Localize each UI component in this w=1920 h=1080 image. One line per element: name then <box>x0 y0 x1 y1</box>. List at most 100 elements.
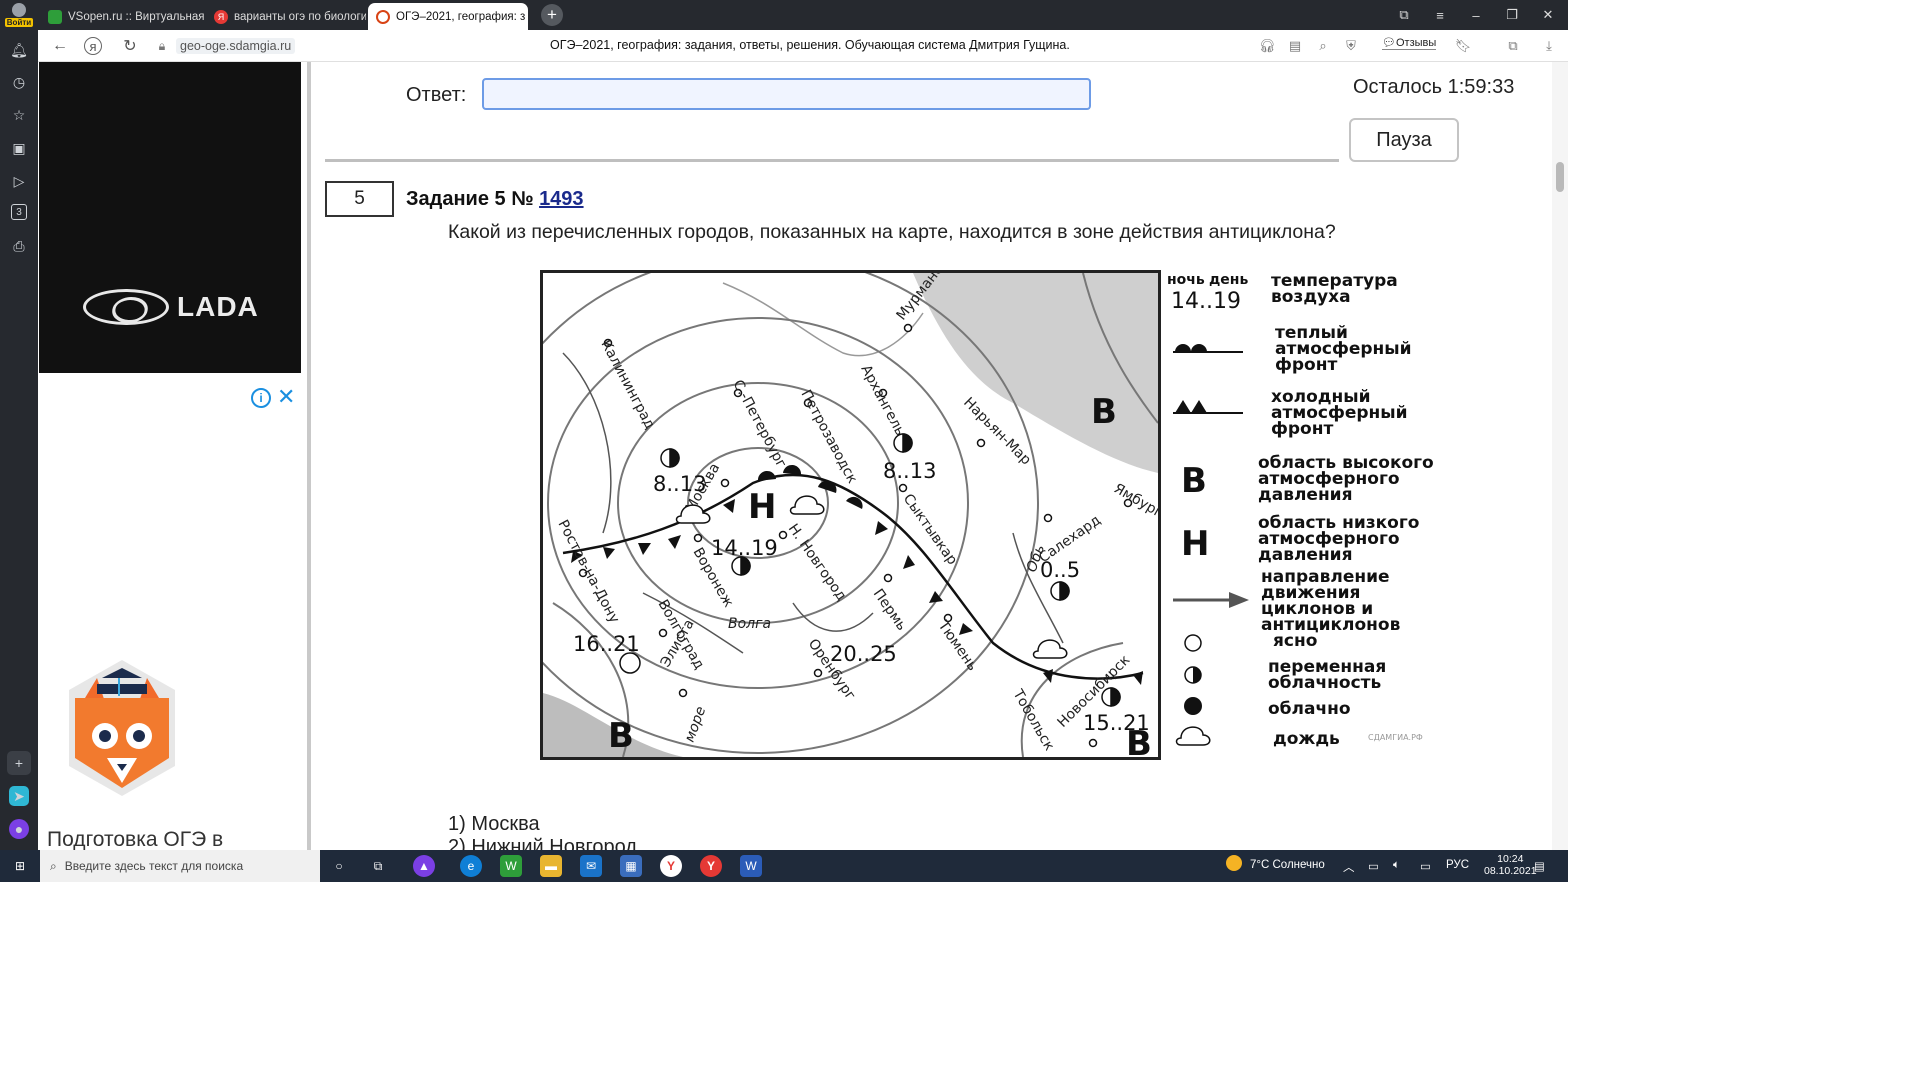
lock-icon: 🔒︎ <box>158 38 166 53</box>
ad-info-icon[interactable]: i <box>251 388 271 408</box>
ad-close-icon[interactable]: ✕ <box>277 384 295 410</box>
task-number-box: 5 <box>325 181 394 217</box>
weather-text[interactable]: 7°C Солнечно <box>1250 859 1325 871</box>
low-pressure-center: Н <box>748 487 776 527</box>
language-indicator[interactable]: РУС <box>1446 859 1469 871</box>
favorites-star-icon[interactable]: ☆ <box>9 105 29 125</box>
user-icon <box>12 3 26 17</box>
sidebar-badge[interactable]: 3 <box>11 204 27 220</box>
yandex-browser-icon[interactable]: Y <box>660 855 682 877</box>
url-field[interactable]: 🔒︎ geo-oge.sdamgia.ru <box>156 37 296 55</box>
lada-boat-icon <box>83 289 169 325</box>
back-arrow-icon[interactable]: ← <box>50 36 70 56</box>
restore-icon[interactable]: ❐ <box>1494 0 1530 30</box>
clock[interactable]: 10:24 08.10.2021 <box>1484 853 1537 877</box>
reader-mode-icon[interactable]: ▤ <box>1286 37 1304 55</box>
task-view-icon[interactable]: ⧉ <box>367 855 389 877</box>
legend-cold-front: холодный атмосферный фронт <box>1271 387 1408 439</box>
messenger-icon[interactable]: ➤ <box>9 786 29 806</box>
cortana-icon[interactable]: ○ <box>328 855 350 877</box>
windows-start-icon[interactable]: ⊞ <box>9 855 31 877</box>
tab-label: VSopen.ru :: Виртуальная ш <box>68 10 204 23</box>
word-icon[interactable]: W <box>740 855 762 877</box>
chat-icon: 💬︎ <box>1382 37 1396 49</box>
notification-center-icon[interactable]: ▤ <box>1534 859 1545 873</box>
alice-assistant-icon[interactable]: ● <box>9 819 29 839</box>
yandex-favicon-icon: Я <box>214 9 228 24</box>
search-placeholder: Введите здесь текст для поиска <box>64 859 244 873</box>
edge-icon[interactable]: e <box>460 855 482 877</box>
legend-low-letter: Н <box>1181 524 1209 564</box>
tab-biology[interactable]: Я варианты огэ по биологии <box>206 3 366 30</box>
separator <box>325 159 1339 162</box>
browser-tab-bar: Войти VSopen.ru :: Виртуальная ш Я вариа… <box>0 0 1568 30</box>
windows-taskbar: ⊞ ⌕ Введите здесь текст для поиска ○ ⧉ ▲… <box>0 850 1568 882</box>
alice-icon[interactable]: ▲ <box>413 855 435 877</box>
tray-arrow-icon[interactable]: ︿ <box>1343 859 1355 875</box>
profile-button[interactable]: Войти <box>0 0 38 30</box>
vsopen-favicon-icon <box>48 9 62 24</box>
weather-map-drawing: Калининград С.-Петербург Петрозаводск Ар… <box>543 273 1158 757</box>
collections-icon[interactable]: ▣ <box>9 138 29 158</box>
option-1[interactable]: 1) Москва <box>448 813 540 836</box>
history-icon[interactable]: ◷ <box>9 72 29 92</box>
promo-banner[interactable]: i ✕ Подготовка ОГЭ в <box>39 382 301 851</box>
close-tab-icon[interactable]: ✕ <box>525 10 528 24</box>
add-panel-icon[interactable]: + <box>7 751 31 775</box>
taskbar-search[interactable]: ⌕ Введите здесь текст для поиска <box>40 850 320 882</box>
spreadsheet-app-icon[interactable]: W <box>500 855 522 877</box>
task-title: Задание 5 № 1493 <box>406 188 584 211</box>
lada-banner[interactable]: LADA <box>39 62 301 373</box>
legend-drawing: ночь день 14..19 температура воздуха теплы… <box>1167 271 1434 749</box>
map-legend: ночь день 14..19 температура воздуха теплы… <box>1163 270 1443 760</box>
reload-icon[interactable]: ↻ <box>120 36 140 56</box>
scrollbar-thumb[interactable] <box>1556 162 1564 192</box>
exam-page: Ответ: Осталось 1:59:33 Пауза 5 Задание … <box>311 62 1552 850</box>
temp-north: 8..13 <box>883 459 936 483</box>
video-play-icon[interactable]: ▷ <box>9 171 29 191</box>
network-icon[interactable]: ▭ <box>1420 859 1431 873</box>
volume-icon[interactable]: 🔈︎ <box>1393 859 1400 872</box>
tab-vsopen[interactable]: VSopen.ru :: Виртуальная ш <box>40 3 204 30</box>
collections-icon[interactable]: ⧉ <box>1504 37 1522 55</box>
notifications-icon[interactable]: 🔔︎ <box>9 40 29 60</box>
high-pressure-se: В <box>1126 724 1152 757</box>
option-2[interactable]: 2) Нижний Новгород <box>448 836 637 850</box>
lada-logo: LADA <box>83 288 261 326</box>
legend-night: ночь <box>1167 272 1205 288</box>
protect-icon[interactable]: ⛨ <box>1342 37 1360 55</box>
download-icon[interactable]: ⤓ <box>1540 37 1558 55</box>
legend-low: область низкого атмосферного давления <box>1258 513 1419 565</box>
headphones-icon[interactable]: 🎧︎ <box>1258 37 1276 55</box>
pause-button[interactable]: Пауза <box>1349 118 1459 162</box>
page-scrollbar[interactable] <box>1552 62 1568 850</box>
answer-input[interactable] <box>482 78 1091 110</box>
address-bar: ← я ↻ 🔒︎ geo-oge.sdamgia.ru ОГЭ–2021, ге… <box>38 30 1568 62</box>
tab-manager-icon[interactable]: ⧉ <box>1386 0 1422 30</box>
tray-device-icon[interactable]: ▭ <box>1368 859 1379 873</box>
question-text: Какой из перечисленных городов, показанн… <box>448 221 1336 243</box>
temp-salekhard: 0..5 <box>1040 558 1080 582</box>
yandex-home-icon[interactable]: я <box>84 37 102 55</box>
minimize-icon[interactable]: – <box>1458 0 1494 30</box>
tab-label: ОГЭ–2021, география: з <box>396 10 526 23</box>
legend-rain: дождь <box>1273 729 1340 749</box>
task-id-link[interactable]: 1493 <box>539 188 584 210</box>
new-tab-button[interactable]: + <box>541 4 563 26</box>
mail-icon[interactable]: ✉ <box>580 855 602 877</box>
zoom-icon[interactable]: ⌕ <box>1314 37 1332 55</box>
temp-center: 14..19 <box>711 536 778 560</box>
feedback-button[interactable]: 💬︎Отзывы <box>1382 36 1437 50</box>
yandex-browser-active-icon[interactable]: Y <box>700 855 722 877</box>
bookmark-icon[interactable]: 🔖︎ <box>1454 37 1472 55</box>
legend-partly: переменная облачность <box>1268 657 1386 693</box>
legend-high: область высокого атмосферного давления <box>1258 453 1434 505</box>
legend-day: день <box>1209 272 1248 288</box>
file-explorer-icon[interactable]: ▬ <box>540 855 562 877</box>
store-icon[interactable]: ▦ <box>620 855 642 877</box>
high-pressure-ne: В <box>1091 392 1117 432</box>
menu-icon[interactable]: ≡ <box>1422 0 1458 30</box>
close-window-icon[interactable]: ✕ <box>1530 0 1566 30</box>
tab-sdamgia[interactable]: ОГЭ–2021, география: з ✕ <box>368 3 528 30</box>
screenshot-icon[interactable]: ⎙ <box>9 236 29 256</box>
